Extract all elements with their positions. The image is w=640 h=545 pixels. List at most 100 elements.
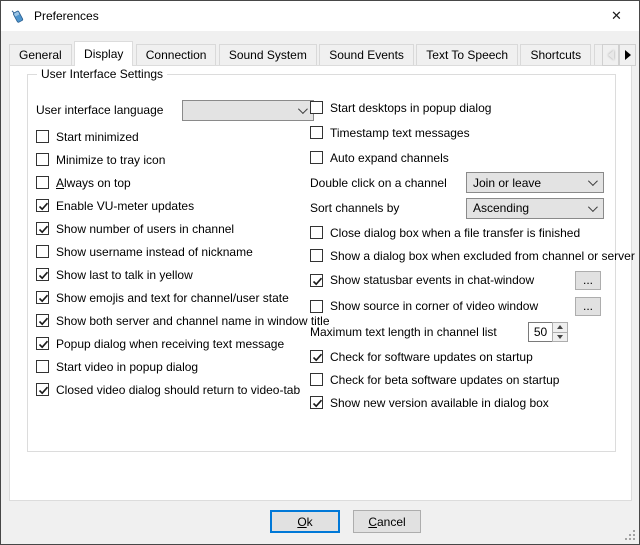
timestamp-text-messages-checkbox[interactable] [310, 126, 323, 139]
show-both-server-and-channel-name-in-window-title-label[interactable]: Show both server and channel name in win… [56, 314, 330, 328]
start-desktops-in-popup-dialog-checkbox[interactable] [310, 101, 323, 114]
tab-connection[interactable]: Connection [136, 44, 217, 65]
timestamp-text-messages-label[interactable]: Timestamp text messages [330, 126, 470, 140]
double-click-on-a-channel-combobox[interactable]: Join or leave [466, 172, 604, 193]
show-new-version-available-in-dialog-box-checkbox[interactable] [310, 396, 323, 409]
tab-scroll-left-button[interactable] [602, 44, 619, 66]
check-for-beta-software-updates-on-startup-label[interactable]: Check for beta software updates on start… [330, 373, 559, 387]
popup-dialog-when-receiving-text-message-checkbox[interactable] [36, 337, 49, 350]
check-icon [311, 351, 324, 364]
show-source-in-corner-of-video-window-checkbox[interactable] [310, 300, 323, 313]
user-interface-language-combobox[interactable] [182, 100, 314, 121]
cancel-button[interactable]: Cancel [353, 510, 421, 533]
maximum-text-length-in-channel-list-value[interactable]: 50 [528, 322, 552, 342]
checkbox-auto-expand-channels: Auto expand channels [310, 145, 613, 170]
checkbox-popup-dialog-when-receiving-text-message: Popup dialog when receiving text message [36, 332, 308, 355]
arrow-right-icon [625, 50, 631, 60]
enable-vu-meter-updates-checkbox[interactable] [36, 199, 49, 212]
checkbox-enable-vu-meter-updates: Enable VU-meter updates [36, 194, 308, 217]
minimize-to-tray-icon-checkbox[interactable] [36, 153, 49, 166]
double-click-on-a-channel-combobox-value: Join or leave [473, 176, 588, 190]
auto-expand-channels-checkbox[interactable] [310, 151, 323, 164]
start-minimized-label[interactable]: Start minimized [56, 130, 139, 144]
show-emojis-and-text-for-channel-user-state-label[interactable]: Show emojis and text for channel/user st… [56, 291, 289, 305]
check-icon [37, 269, 50, 282]
show-statusbar-events-in-chat-window-more-button[interactable]: ... [575, 271, 601, 290]
show-statusbar-events-in-chat-window-checkbox[interactable] [310, 274, 323, 287]
chevron-down-icon [588, 202, 598, 212]
checkbox-show-last-to-talk-in-yellow: Show last to talk in yellow [36, 263, 308, 286]
minimize-to-tray-icon-label[interactable]: Minimize to tray icon [56, 153, 165, 167]
checkbox-show-username-instead-of-nickname: Show username instead of nickname [36, 240, 308, 263]
enable-vu-meter-updates-label[interactable]: Enable VU-meter updates [56, 199, 194, 213]
show-a-dialog-box-when-excluded-from-channel-or-server-label[interactable]: Show a dialog box when excluded from cha… [330, 249, 635, 263]
checkbox-show-a-dialog-box-when-excluded-from-channel-or-server: Show a dialog box when excluded from cha… [310, 244, 613, 267]
show-emojis-and-text-for-channel-user-state-checkbox[interactable] [36, 291, 49, 304]
closed-video-dialog-should-return-to-video-tab-checkbox[interactable] [36, 383, 49, 396]
show-both-server-and-channel-name-in-window-title-checkbox[interactable] [36, 314, 49, 327]
always-on-top-label[interactable]: Always on top [56, 176, 131, 190]
popup-dialog-when-receiving-text-message-label[interactable]: Popup dialog when receiving text message [56, 337, 284, 351]
tab-sound-system[interactable]: Sound System [219, 44, 317, 65]
check-icon [37, 315, 50, 328]
left-column: User interface language Start minimized Mi… [36, 95, 308, 401]
always-on-top-checkbox[interactable] [36, 176, 49, 189]
start-video-in-popup-dialog-label[interactable]: Start video in popup dialog [56, 360, 198, 374]
sort-channels-by-combobox-value: Ascending [473, 201, 588, 215]
auto-expand-channels-label[interactable]: Auto expand channels [330, 151, 449, 165]
user-interface-settings-group: User Interface Settings User interface l… [27, 74, 616, 452]
right-column: Start desktops in popup dialog Timestamp … [310, 95, 613, 414]
show-source-in-corner-of-video-window-label[interactable]: Show source in corner of video window [330, 299, 538, 313]
sort-channels-by-combobox[interactable]: Ascending [466, 198, 604, 219]
checkbox-show-new-version-available-in-dialog-box: Show new version available in dialog box [310, 391, 613, 414]
start-video-in-popup-dialog-checkbox[interactable] [36, 360, 49, 373]
tab-sound-events[interactable]: Sound Events [319, 44, 414, 65]
spin-buttons [552, 322, 568, 342]
chevron-down-icon [588, 176, 598, 186]
tab-bar: General Display Connection Sound System … [9, 41, 636, 66]
show-number-of-users-in-channel-label[interactable]: Show number of users in channel [56, 222, 234, 236]
close-dialog-box-when-a-file-transfer-is-finished-checkbox[interactable] [310, 226, 323, 239]
check-for-software-updates-on-startup-label[interactable]: Check for software updates on startup [330, 350, 533, 364]
show-statusbar-events-in-chat-window-label[interactable]: Show statusbar events in chat-window [330, 273, 534, 287]
show-number-of-users-in-channel-checkbox[interactable] [36, 222, 49, 235]
show-last-to-talk-in-yellow-checkbox[interactable] [36, 268, 49, 281]
show-source-in-corner-of-video-window-more-button[interactable]: ... [575, 297, 601, 316]
tab-shortcuts[interactable]: Shortcuts [520, 44, 591, 65]
combo-row-sort-channels-by: Sort channels byAscending [310, 195, 613, 221]
check-icon [37, 200, 50, 213]
checkbox-show-emojis-and-text-for-channel-user-state: Show emojis and text for channel/user st… [36, 286, 308, 309]
check-for-beta-software-updates-on-startup-checkbox[interactable] [310, 373, 323, 386]
closed-video-dialog-should-return-to-video-tab-label[interactable]: Closed video dialog should return to vid… [56, 383, 300, 397]
tab-scroll-right-button[interactable] [619, 44, 636, 66]
spin-up-button[interactable] [553, 323, 567, 333]
chevron-down-icon [298, 104, 308, 114]
user-interface-language-label: User interface language [36, 103, 163, 117]
show-username-instead-of-nickname-label[interactable]: Show username instead of nickname [56, 245, 253, 259]
ok-button[interactable]: Ok [270, 510, 340, 533]
close-dialog-box-when-a-file-transfer-is-finished-label[interactable]: Close dialog box when a file transfer is… [330, 226, 580, 240]
tab-display[interactable]: Display [74, 41, 133, 66]
tab-general[interactable]: General [9, 44, 72, 65]
resize-grip[interactable] [624, 529, 635, 540]
check-for-software-updates-on-startup-checkbox[interactable] [310, 350, 323, 363]
tab-scroller [602, 44, 636, 66]
checkbox-start-minimized: Start minimized [36, 125, 308, 148]
show-last-to-talk-in-yellow-label[interactable]: Show last to talk in yellow [56, 268, 193, 282]
spin-row-maximum-text-length-in-channel-list: Maximum text length in channel list50 [310, 319, 613, 345]
tab-text-to-speech[interactable]: Text To Speech [416, 44, 518, 65]
checkbox-show-number-of-users-in-channel: Show number of users in channel [36, 217, 308, 240]
start-minimized-checkbox[interactable] [36, 130, 49, 143]
combo-row-user-interface-language: User interface language [36, 95, 308, 125]
show-username-instead-of-nickname-checkbox[interactable] [36, 245, 49, 258]
show-a-dialog-box-when-excluded-from-channel-or-server-checkbox[interactable] [310, 249, 323, 262]
show-new-version-available-in-dialog-box-label[interactable]: Show new version available in dialog box [330, 396, 549, 410]
window-title: Preferences [34, 9, 99, 23]
double-click-on-a-channel-label: Double click on a channel [310, 176, 447, 190]
close-button[interactable]: ✕ [594, 1, 639, 31]
start-desktops-in-popup-dialog-label[interactable]: Start desktops in popup dialog [330, 101, 491, 115]
checkbox-show-both-server-and-channel-name-in-window-title: Show both server and channel name in win… [36, 309, 308, 332]
titlebar: Preferences ✕ [1, 1, 639, 31]
spin-down-button[interactable] [553, 333, 567, 342]
check-icon [311, 397, 324, 410]
